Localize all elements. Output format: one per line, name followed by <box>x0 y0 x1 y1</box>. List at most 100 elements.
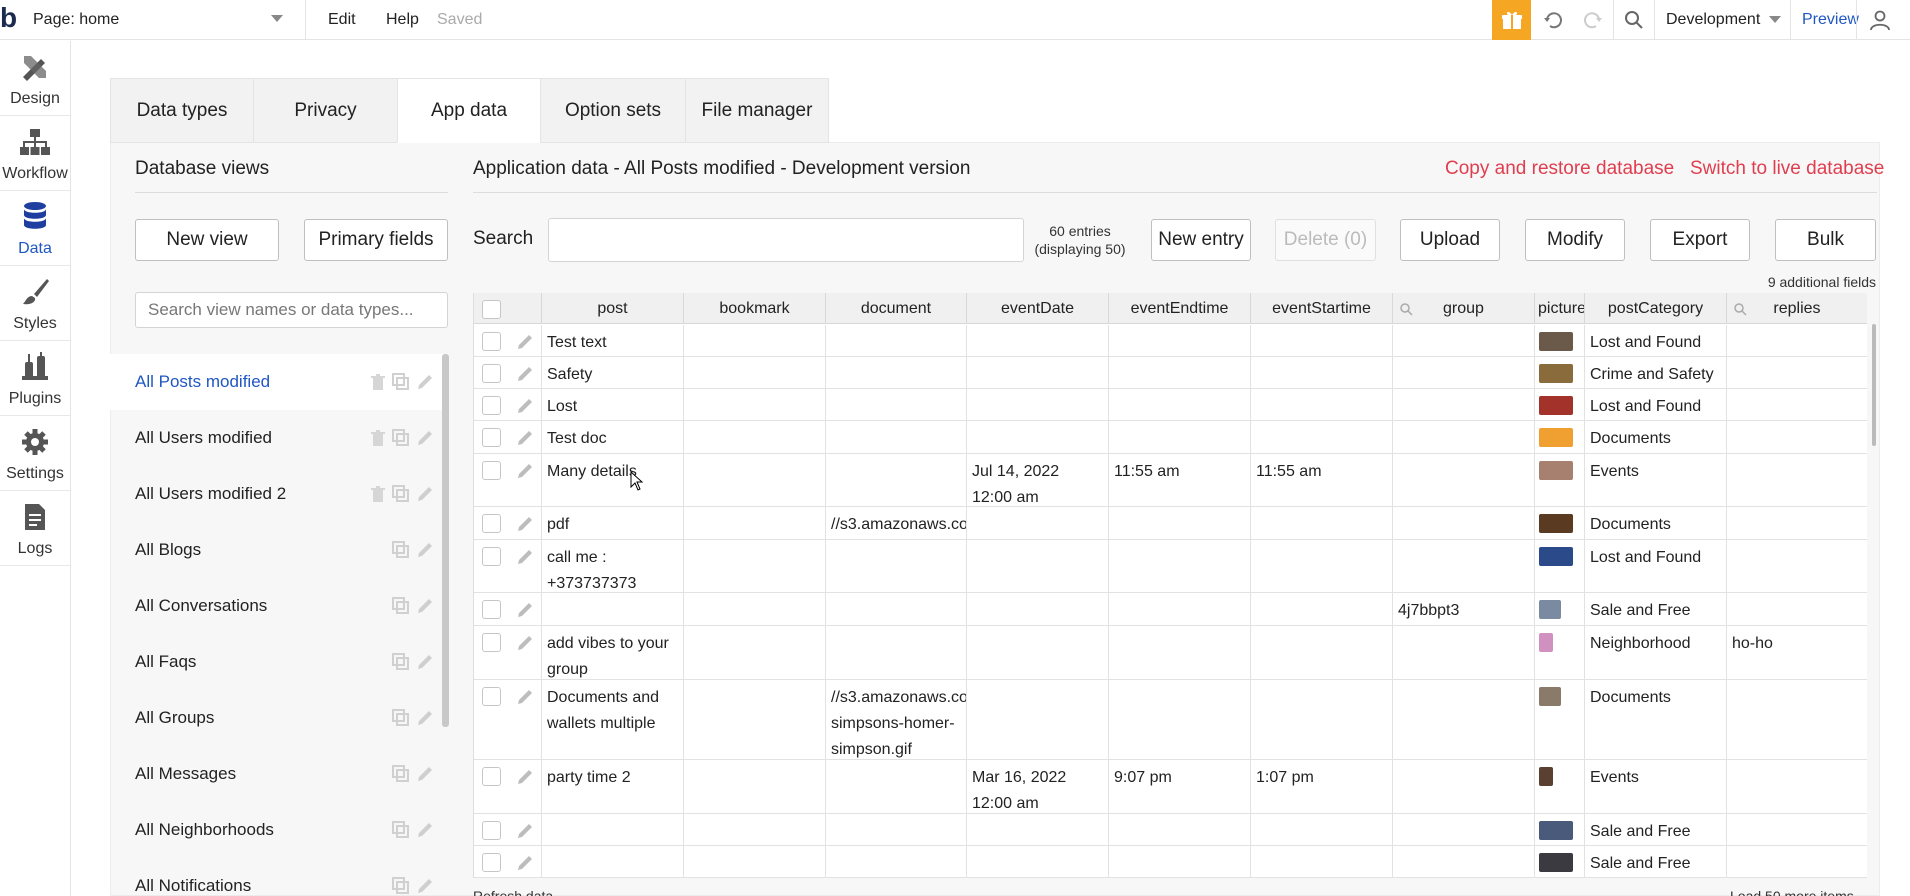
view-item-all-conversations[interactable]: All Conversations <box>110 578 446 634</box>
cell-eventdate[interactable]: Mar 16, 2022 12:00 am <box>967 760 1109 813</box>
cell-eventdate[interactable] <box>967 325 1109 356</box>
sidebar-item-data[interactable]: Data <box>0 191 70 266</box>
cell-document[interactable]: //s3.amazonaws.co <box>826 507 967 539</box>
cell-bookmark[interactable] <box>684 593 826 625</box>
cell-group[interactable] <box>1393 421 1535 453</box>
search-icon[interactable] <box>1399 302 1413 316</box>
duplicate-icon[interactable] <box>392 709 410 727</box>
table-row[interactable]: Test doc Documents <box>474 421 1867 454</box>
duplicate-icon[interactable] <box>392 765 410 783</box>
cell-bookmark[interactable] <box>684 626 826 679</box>
cell-picture[interactable] <box>1535 760 1585 813</box>
column-header-bookmark[interactable]: bookmark <box>684 293 826 324</box>
picture-thumbnail[interactable] <box>1539 461 1573 480</box>
cell-picture[interactable] <box>1535 680 1585 759</box>
picture-thumbnail[interactable] <box>1539 687 1561 706</box>
cell-eventendtime[interactable] <box>1109 626 1251 679</box>
cell-postcategory[interactable]: Crime and Safety <box>1585 357 1727 388</box>
cell-eventstartime[interactable] <box>1251 421 1393 453</box>
cell-eventendtime[interactable] <box>1109 507 1251 539</box>
cell-document[interactable]: //s3.amazonaws.co simpsons-homer-simpson… <box>826 680 967 759</box>
trash-icon[interactable] <box>369 429 387 447</box>
picture-thumbnail[interactable] <box>1539 396 1573 415</box>
cell-replies[interactable] <box>1727 593 1867 625</box>
edit-pencil-icon[interactable] <box>516 462 534 480</box>
cell-eventdate[interactable] <box>967 507 1109 539</box>
primary-fields-button[interactable]: Primary fields <box>304 219 448 261</box>
load-more-link[interactable]: Load 50 more items <box>1730 888 1854 896</box>
cell-group[interactable] <box>1393 325 1535 356</box>
cell-picture[interactable] <box>1535 540 1585 592</box>
cell-picture[interactable] <box>1535 814 1585 845</box>
delete-button[interactable]: Delete (0) <box>1275 219 1376 261</box>
tab-privacy[interactable]: Privacy <box>253 78 397 143</box>
duplicate-icon[interactable] <box>392 373 410 391</box>
modify-button[interactable]: Modify <box>1525 219 1625 261</box>
cell-replies[interactable] <box>1727 421 1867 453</box>
refresh-data-link[interactable]: Refresh data <box>473 888 553 896</box>
cell-eventdate[interactable] <box>967 814 1109 845</box>
view-item-all-blogs[interactable]: All Blogs <box>110 522 446 578</box>
row-checkbox[interactable] <box>482 428 501 447</box>
search-input[interactable] <box>548 218 1024 262</box>
cell-replies[interactable] <box>1727 540 1867 592</box>
cell-eventdate[interactable] <box>967 540 1109 592</box>
cell-document[interactable] <box>826 540 967 592</box>
edit-pencil-icon[interactable] <box>516 601 534 619</box>
table-row[interactable]: call me : +373737373 Lost and Found <box>474 540 1867 593</box>
row-checkbox[interactable] <box>482 514 501 533</box>
duplicate-icon[interactable] <box>392 597 410 615</box>
cell-eventendtime[interactable] <box>1109 680 1251 759</box>
cell-document[interactable] <box>826 846 967 877</box>
row-checkbox[interactable] <box>482 364 501 383</box>
cell-eventdate[interactable] <box>967 389 1109 420</box>
cell-postcategory[interactable]: Lost and Found <box>1585 389 1727 420</box>
duplicate-icon[interactable] <box>392 485 410 503</box>
cell-eventstartime[interactable] <box>1251 507 1393 539</box>
cell-bookmark[interactable] <box>684 760 826 813</box>
cell-document[interactable] <box>826 389 967 420</box>
sidebar-item-design[interactable]: Design <box>0 41 70 116</box>
column-header-group[interactable]: group <box>1393 293 1535 324</box>
cell-bookmark[interactable] <box>684 454 826 506</box>
table-row[interactable]: Safety Crime and Safety <box>474 357 1867 389</box>
new-view-button[interactable]: New view <box>135 219 279 261</box>
cell-eventdate[interactable] <box>967 846 1109 877</box>
cell-postcategory[interactable]: Sale and Free <box>1585 814 1727 845</box>
trash-icon[interactable] <box>369 485 387 503</box>
row-checkbox[interactable] <box>482 461 501 480</box>
cell-eventendtime[interactable] <box>1109 421 1251 453</box>
tab-app-data[interactable]: App data <box>397 78 540 143</box>
edit-pencil-icon[interactable] <box>516 515 534 533</box>
cell-bookmark[interactable] <box>684 680 826 759</box>
table-row[interactable]: add vibes to your group Neighborhood ho-ho <box>474 626 1867 680</box>
cell-postcategory[interactable]: Sale and Free <box>1585 846 1727 877</box>
picture-thumbnail[interactable] <box>1539 547 1573 566</box>
pencil-icon[interactable] <box>416 373 434 391</box>
bulk-button[interactable]: Bulk <box>1775 219 1876 261</box>
trash-icon[interactable] <box>369 373 387 391</box>
sidebar-item-styles[interactable]: Styles <box>0 266 70 341</box>
cell-document[interactable] <box>826 760 967 813</box>
column-header-document[interactable]: document <box>826 293 967 324</box>
bubble-logo[interactable]: b <box>0 3 22 33</box>
row-checkbox[interactable] <box>482 687 501 706</box>
cell-eventendtime[interactable]: 11:55 am <box>1109 454 1251 506</box>
picture-thumbnail[interactable] <box>1539 821 1573 840</box>
copy-restore-database-link[interactable]: Copy and restore database <box>1445 158 1674 180</box>
cell-post[interactable]: party time 2 <box>542 760 684 813</box>
row-checkbox[interactable] <box>482 633 501 652</box>
edit-pencil-icon[interactable] <box>516 822 534 840</box>
cell-group[interactable] <box>1393 454 1535 506</box>
cell-replies[interactable] <box>1727 814 1867 845</box>
cell-eventdate[interactable] <box>967 593 1109 625</box>
edit-pencil-icon[interactable] <box>516 768 534 786</box>
cell-group[interactable] <box>1393 846 1535 877</box>
tab-file-manager[interactable]: File manager <box>685 78 829 143</box>
cell-replies[interactable] <box>1727 846 1867 877</box>
cell-postcategory[interactable]: Neighborhood <box>1585 626 1727 679</box>
column-header-eventendtime[interactable]: eventEndtime <box>1109 293 1251 324</box>
cell-group[interactable] <box>1393 760 1535 813</box>
view-item-all-notifications[interactable]: All Notifications <box>110 858 446 896</box>
cell-eventendtime[interactable] <box>1109 357 1251 388</box>
